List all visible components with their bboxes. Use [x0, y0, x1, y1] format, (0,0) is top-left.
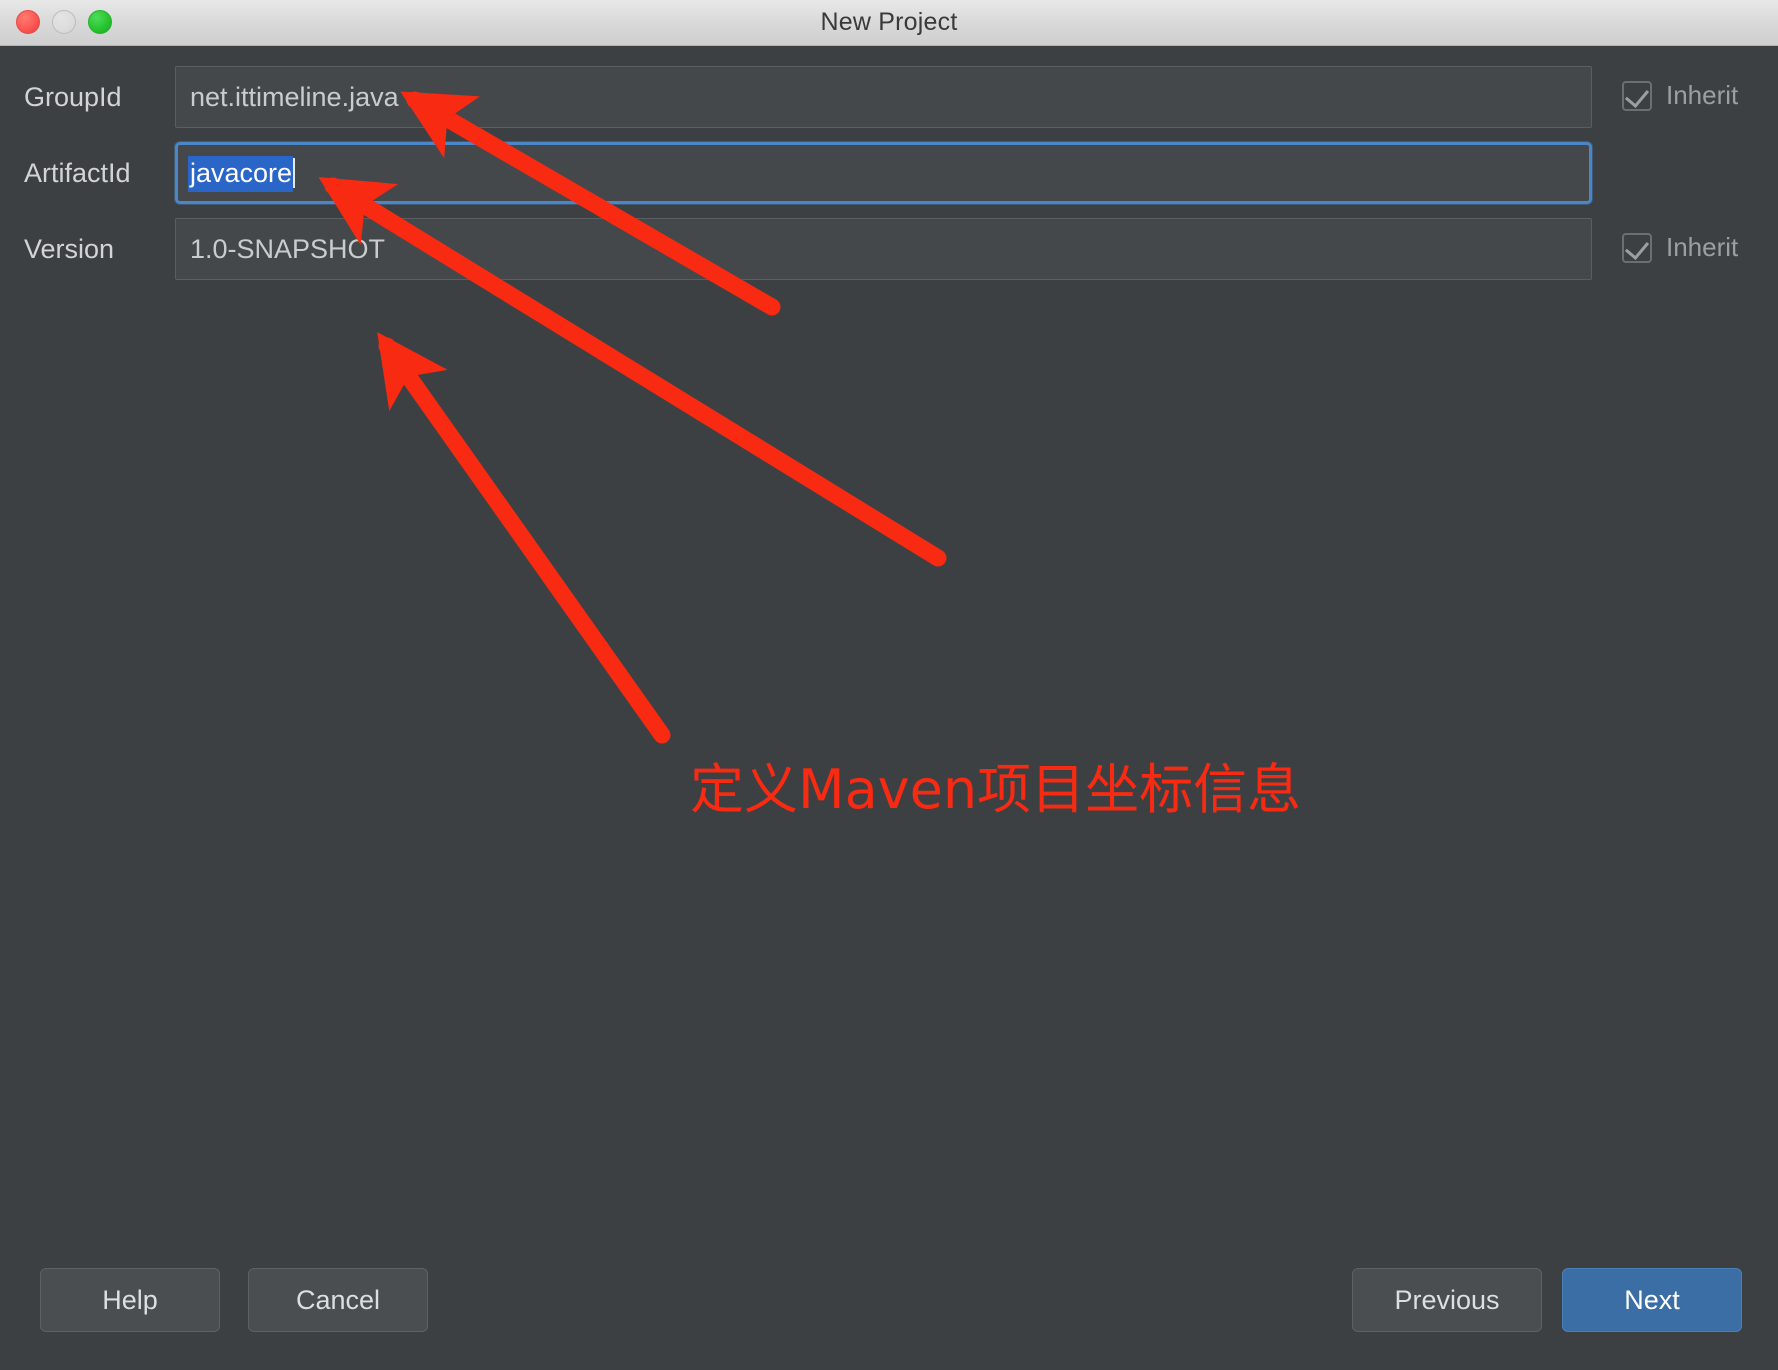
help-button[interactable]: Help	[40, 1268, 220, 1332]
version-inherit-checkbox[interactable]: Inherit	[1622, 232, 1738, 263]
form-row-groupid: GroupId net.ittimeline.java Inherit	[0, 66, 1778, 128]
previous-button[interactable]: Previous	[1352, 1268, 1542, 1332]
version-value: 1.0-SNAPSHOT	[190, 234, 386, 264]
artifactid-input[interactable]: javacore	[175, 142, 1592, 204]
text-caret	[293, 158, 296, 188]
groupid-input[interactable]: net.ittimeline.java	[175, 66, 1592, 128]
groupid-label: GroupId	[24, 82, 122, 112]
dialog-footer: Help Cancel Previous Next	[0, 1240, 1778, 1370]
version-inherit-label: Inherit	[1666, 232, 1739, 262]
groupid-inherit-label: Inherit	[1666, 80, 1739, 110]
dialog-body: GroupId net.ittimeline.java Inherit Arti…	[0, 46, 1778, 1370]
version-input[interactable]: 1.0-SNAPSHOT	[175, 218, 1592, 280]
groupid-value: net.ittimeline.java	[190, 82, 399, 112]
artifactid-value: javacore	[188, 156, 294, 192]
title-bar: New Project	[0, 0, 1778, 46]
next-button[interactable]: Next	[1562, 1268, 1742, 1332]
groupid-inherit-checkbox[interactable]: Inherit	[1622, 80, 1738, 111]
form-row-version: Version 1.0-SNAPSHOT Inherit	[0, 218, 1778, 280]
artifactid-value-wrap: javacore	[188, 145, 296, 201]
version-label: Version	[24, 234, 115, 264]
artifactid-label: ArtifactId	[24, 158, 131, 188]
new-project-dialog: New Project GroupId net.ittimeline.java …	[0, 0, 1778, 1370]
form-row-artifactid: ArtifactId javacore	[0, 142, 1778, 204]
checkbox-icon	[1622, 232, 1652, 263]
cancel-button[interactable]: Cancel	[248, 1268, 428, 1332]
window-title: New Project	[820, 8, 958, 36]
checkbox-icon	[1622, 80, 1652, 111]
